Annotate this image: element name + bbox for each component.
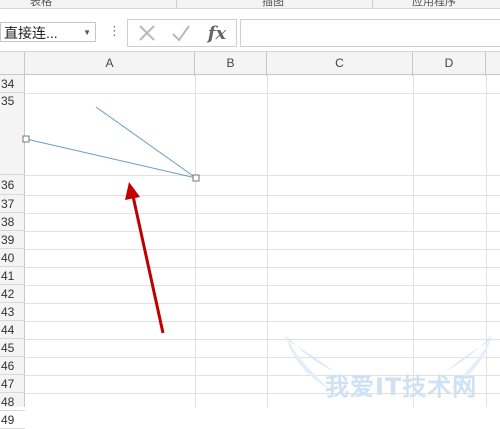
watermark-logo bbox=[285, 335, 492, 390]
row-header-49[interactable]: 49 bbox=[0, 411, 25, 429]
watermark-text: 我爱IT技术网 bbox=[325, 373, 478, 401]
